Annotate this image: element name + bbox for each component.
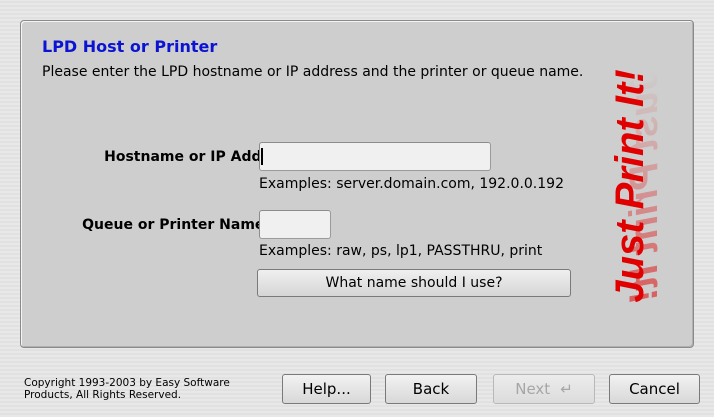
logo-text: Just Print It! [608, 69, 652, 302]
hostname-label: Hostname or IP Addr: [104, 149, 274, 165]
next-button-label: Next [515, 380, 551, 398]
next-button[interactable]: Next ↵ [493, 374, 595, 404]
cancel-button[interactable]: Cancel [609, 374, 700, 404]
text-cursor [261, 148, 263, 165]
hostname-input[interactable] [259, 142, 491, 171]
queue-example: Examples: raw, ps, lp1, PASSTHRU, print [259, 243, 543, 259]
queue-label: Queue or Printer Name: [82, 217, 270, 233]
help-button[interactable]: Help... [282, 374, 371, 404]
page-description: Please enter the LPD hostname or IP addr… [42, 64, 584, 80]
what-name-button[interactable]: What name should I use? [257, 269, 571, 297]
copyright-notice: Copyright 1993-2003 by Easy Software Pro… [24, 377, 230, 401]
just-print-it-logo: Just Print It! Just Print It! [608, 69, 666, 302]
queue-input[interactable] [259, 210, 331, 239]
content-panel: LPD Host or Printer Please enter the LPD… [20, 20, 694, 348]
return-arrow-icon: ↵ [560, 380, 573, 398]
back-button[interactable]: Back [385, 374, 477, 404]
page-title: LPD Host or Printer [42, 37, 218, 56]
hostname-example: Examples: server.domain.com, 192.0.0.192 [259, 176, 564, 192]
